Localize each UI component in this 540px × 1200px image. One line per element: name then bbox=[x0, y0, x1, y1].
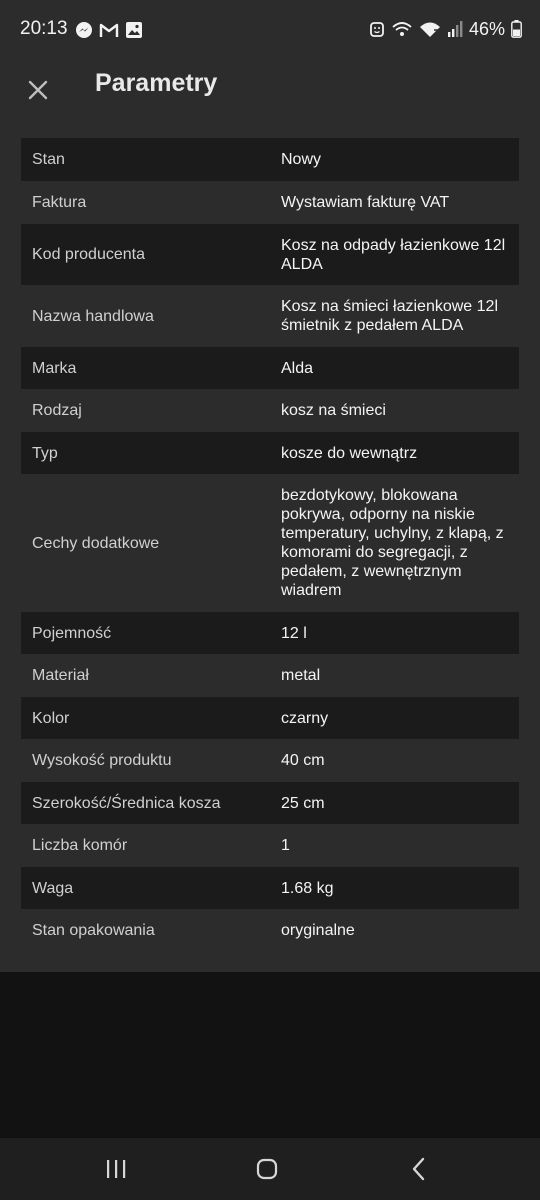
close-button[interactable] bbox=[14, 66, 62, 114]
table-row: Wysokość produktu 40 cm bbox=[21, 739, 519, 782]
param-label: Pojemność bbox=[32, 624, 112, 642]
table-row: Marka Alda bbox=[21, 347, 519, 389]
param-value: Alda bbox=[281, 359, 314, 377]
empty-area bbox=[0, 972, 540, 1138]
home-icon bbox=[255, 1157, 279, 1181]
param-label: Stan bbox=[32, 151, 65, 168]
param-label: Rodzaj bbox=[32, 402, 82, 419]
table-row: Typ kosze do wewnątrz bbox=[21, 432, 519, 474]
table-row: Nazwa handlowa Kosz na śmieci łazienkowe… bbox=[21, 285, 519, 347]
notification-icons bbox=[75, 20, 143, 40]
param-label: Nazwa handlowa bbox=[32, 307, 154, 325]
table-row: Kolor czarny bbox=[21, 697, 519, 739]
param-value: Kosz na odpady łazienkowe 12l ALDA bbox=[281, 236, 506, 273]
app-bar: Parametry bbox=[0, 60, 540, 120]
param-value: oryginalne bbox=[281, 922, 355, 939]
param-label: Stan opakowania bbox=[32, 922, 155, 939]
param-value: 40 cm bbox=[281, 752, 325, 769]
navigation-bar bbox=[0, 1138, 540, 1200]
page-title: Parametry bbox=[95, 69, 218, 97]
param-value: Kosz na śmieci łazienkowe 12l śmietnik z… bbox=[281, 298, 498, 334]
status-time: 20:13 bbox=[20, 18, 68, 39]
signal-icon bbox=[447, 20, 463, 38]
back-button[interactable] bbox=[395, 1149, 443, 1189]
table-row: Stan opakowania oryginalne bbox=[21, 909, 519, 952]
parameters-panel: Stan Nowy Faktura Wystawiam fakturę VAT … bbox=[0, 120, 540, 972]
param-value: czarny bbox=[281, 709, 329, 727]
table-row: Cechy dodatkowe bezdotykowy, blokowana p… bbox=[21, 474, 519, 612]
wifi-calling-icon bbox=[391, 20, 413, 38]
table-row: Stan Nowy bbox=[21, 138, 519, 181]
param-value: kosz na śmieci bbox=[281, 402, 386, 419]
param-value: bezdotykowy, blokowana pokrywa, odporny … bbox=[281, 487, 504, 599]
wifi-icon bbox=[419, 20, 441, 38]
gmail-icon bbox=[99, 22, 119, 38]
table-row: Pojemność 12 l bbox=[21, 612, 519, 654]
param-value: 12 l bbox=[281, 624, 307, 642]
battery-icon bbox=[511, 20, 522, 38]
messenger-icon bbox=[75, 21, 93, 39]
recent-apps-icon bbox=[104, 1158, 128, 1180]
parameters-table: Stan Nowy Faktura Wystawiam fakturę VAT … bbox=[21, 138, 519, 952]
param-value: 1 bbox=[281, 837, 290, 854]
param-label: Marka bbox=[32, 359, 77, 377]
table-row: Waga 1.68 kg bbox=[21, 867, 519, 909]
param-label: Kolor bbox=[32, 709, 70, 727]
system-icons: 46% bbox=[369, 18, 522, 40]
param-label: Szerokość/Średnica kosza bbox=[32, 794, 221, 812]
battery-percent: 46% bbox=[468, 18, 505, 39]
param-value: metal bbox=[281, 667, 321, 684]
param-value: 1.68 kg bbox=[281, 879, 334, 897]
status-bar: 20:13 46% bbox=[0, 0, 540, 60]
table-row: Materiał metal bbox=[21, 654, 519, 697]
close-icon bbox=[27, 79, 49, 101]
table-row: Rodzaj kosz na śmieci bbox=[21, 389, 519, 432]
table-row: Szerokość/Średnica kosza 25 cm bbox=[21, 782, 519, 824]
param-value: Wystawiam fakturę VAT bbox=[281, 194, 450, 211]
param-label: Faktura bbox=[32, 194, 87, 211]
param-label: Materiał bbox=[32, 667, 89, 684]
back-icon bbox=[409, 1157, 429, 1181]
gallery-icon bbox=[125, 21, 143, 39]
param-label: Kod producenta bbox=[32, 246, 145, 263]
recent-apps-button[interactable] bbox=[92, 1149, 140, 1189]
param-value: Nowy bbox=[281, 151, 322, 168]
param-label: Cechy dodatkowe bbox=[32, 534, 160, 552]
param-label: Typ bbox=[32, 444, 58, 462]
param-value: 25 cm bbox=[281, 794, 325, 812]
param-label: Waga bbox=[32, 879, 74, 897]
table-row: Faktura Wystawiam fakturę VAT bbox=[21, 181, 519, 224]
alarm-icon bbox=[369, 20, 385, 38]
table-row: Liczba komór 1 bbox=[21, 824, 519, 867]
param-label: Liczba komór bbox=[32, 837, 128, 854]
param-value: kosze do wewnątrz bbox=[281, 444, 418, 462]
home-button[interactable] bbox=[243, 1149, 291, 1189]
screen: 20:13 46% Parametry Stan Nowy Faktura Wy… bbox=[0, 0, 540, 1200]
table-row: Kod producenta Kosz na odpady łazienkowe… bbox=[21, 224, 519, 285]
param-label: Wysokość produktu bbox=[32, 752, 172, 769]
